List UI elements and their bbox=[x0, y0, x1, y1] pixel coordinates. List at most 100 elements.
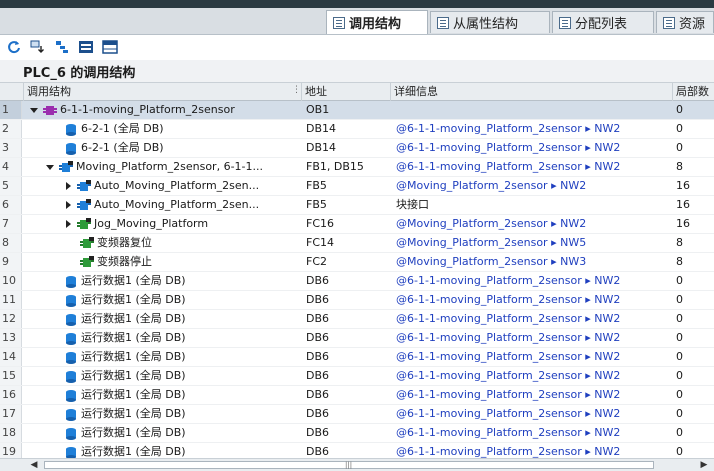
details-link[interactable]: @6-1-1-moving_Platform_2sensor ▸ NW2 bbox=[396, 272, 672, 290]
header-details[interactable]: 详细信息 bbox=[391, 83, 673, 101]
details-link[interactable]: @6-1-1-moving_Platform_2sensor ▸ NW2 bbox=[396, 348, 672, 366]
table-row[interactable]: 6 Auto_Moving_Platform_2sen... FB5 块接口 16 bbox=[0, 196, 714, 215]
call-structure-cell[interactable]: 运行数据1 (全局 DB) bbox=[24, 272, 300, 290]
call-structure-cell[interactable]: 变频器复位 bbox=[24, 234, 300, 252]
row-number: 7 bbox=[0, 215, 22, 233]
call-structure-icon bbox=[333, 16, 345, 29]
call-structure-cell[interactable]: 6-2-1 (全局 DB) bbox=[24, 120, 300, 138]
call-structure-cell[interactable]: 运行数据1 (全局 DB) bbox=[24, 291, 300, 309]
call-structure-cell[interactable]: 运行数据1 (全局 DB) bbox=[24, 329, 300, 347]
table-row[interactable]: 7 Jog_Moving_Platform FC16 @Moving_Platform… bbox=[0, 215, 714, 234]
scroll-right-icon[interactable]: ▶ bbox=[698, 460, 710, 470]
table-row[interactable]: 12 运行数据1 (全局 DB) DB6 @6-1-1-moving_Platform… bbox=[0, 310, 714, 329]
show-instances-icon[interactable] bbox=[29, 38, 47, 56]
details-link[interactable]: @6-1-1-moving_Platform_2sensor ▸ NW2 bbox=[396, 424, 672, 442]
details-link[interactable]: @Moving_Platform_2sensor ▸ NW2 bbox=[396, 215, 672, 233]
table-row[interactable]: 11 运行数据1 (全局 DB) DB6 @6-1-1-moving_Platform… bbox=[0, 291, 714, 310]
expand-icon[interactable] bbox=[53, 38, 71, 56]
call-structure-cell[interactable]: 运行数据1 (全局 DB) bbox=[24, 405, 300, 423]
tab-label: 从属性结构 bbox=[453, 17, 519, 32]
table-row[interactable]: 3 6-2-1 (全局 DB) DB14 @6-1-1-moving_Platform… bbox=[0, 139, 714, 158]
table-row[interactable]: 1 6-1-1-moving_Platform_2sensor OB1 0 bbox=[0, 101, 714, 120]
collapse-arrow-icon[interactable] bbox=[30, 107, 38, 113]
details-link[interactable]: @6-1-1-moving_Platform_2sensor ▸ NW2 bbox=[396, 443, 672, 458]
tab-assignment-list[interactable]: 分配列表 bbox=[552, 11, 654, 33]
call-structure-cell[interactable]: Jog_Moving_Platform bbox=[24, 215, 300, 233]
address-cell: DB6 bbox=[306, 274, 330, 287]
data-block-icon bbox=[66, 142, 76, 155]
details-link[interactable]: @6-1-1-moving_Platform_2sensor ▸ NW2 bbox=[396, 120, 672, 138]
table-row[interactable]: 8 变频器复位 FC14 @Moving_Platform_2sensor ▸ NW5… bbox=[0, 234, 714, 253]
expand-arrow-icon[interactable] bbox=[66, 220, 71, 228]
table-view-icon[interactable] bbox=[101, 38, 119, 56]
row-number: 1 bbox=[0, 101, 22, 119]
header-address[interactable]: 地址 bbox=[302, 83, 391, 101]
table-row[interactable]: 9 变频器停止 FC2 @Moving_Platform_2sensor ▸ NW3 8 bbox=[0, 253, 714, 272]
details-link[interactable]: @Moving_Platform_2sensor ▸ NW2 bbox=[396, 177, 672, 195]
local-data-cell: 16 bbox=[676, 179, 690, 192]
expand-arrow-icon[interactable] bbox=[66, 201, 71, 209]
block-name: 运行数据1 (全局 DB) bbox=[81, 293, 186, 306]
tab-label: 分配列表 bbox=[575, 17, 628, 32]
table-row[interactable]: 4 Moving_Platform_2sensor, 6-1-1... FB1, D… bbox=[0, 158, 714, 177]
call-structure-cell[interactable]: 运行数据1 (全局 DB) bbox=[24, 386, 300, 404]
call-structure-cell[interactable]: 运行数据1 (全局 DB) bbox=[24, 367, 300, 385]
block-name: 运行数据1 (全局 DB) bbox=[81, 312, 186, 325]
function-icon bbox=[77, 217, 91, 229]
expand-arrow-icon[interactable] bbox=[66, 182, 71, 190]
row-number: 11 bbox=[0, 291, 22, 309]
details-link[interactable]: @6-1-1-moving_Platform_2sensor ▸ NW2 bbox=[396, 405, 672, 423]
details-link[interactable]: @6-1-1-moving_Platform_2sensor ▸ NW2 bbox=[396, 367, 672, 385]
window-top-edge bbox=[0, 0, 714, 8]
table-row[interactable]: 14 运行数据1 (全局 DB) DB6 @6-1-1-moving_Platform… bbox=[0, 348, 714, 367]
table-row[interactable]: 2 6-2-1 (全局 DB) DB14 @6-1-1-moving_Platform… bbox=[0, 120, 714, 139]
details-link[interactable]: @6-1-1-moving_Platform_2sensor ▸ NW2 bbox=[396, 291, 672, 309]
horizontal-scrollbar[interactable]: ◀ ||| ▶ bbox=[0, 458, 714, 471]
table-row[interactable]: 19 运行数据1 (全局 DB) DB6 @6-1-1-moving_Platform… bbox=[0, 443, 714, 458]
details-link[interactable]: @Moving_Platform_2sensor ▸ NW3 bbox=[396, 253, 672, 271]
tab-call-structure[interactable]: 调用结构 bbox=[326, 10, 428, 34]
details-link[interactable]: 块接口 bbox=[396, 196, 672, 214]
row-number: 5 bbox=[0, 177, 22, 195]
column-options-icon[interactable]: ⋮ bbox=[292, 85, 301, 95]
local-data-cell: 8 bbox=[676, 160, 683, 173]
block-name: Auto_Moving_Platform_2sen... bbox=[94, 198, 260, 211]
tab-resources[interactable]: 资源 bbox=[656, 11, 714, 33]
refresh-icon[interactable] bbox=[5, 38, 23, 56]
collapse-all-icon[interactable] bbox=[77, 38, 95, 56]
call-structure-cell[interactable]: Auto_Moving_Platform_2sen... bbox=[24, 196, 300, 214]
table-row[interactable]: 5 Auto_Moving_Platform_2sen... FB5 @Moving_… bbox=[0, 177, 714, 196]
toolbar bbox=[0, 35, 714, 59]
table-row[interactable]: 13 运行数据1 (全局 DB) DB6 @6-1-1-moving_Platform… bbox=[0, 329, 714, 348]
call-structure-cell[interactable]: Moving_Platform_2sensor, 6-1-1... bbox=[24, 158, 300, 176]
header-local-data[interactable]: 局部数 bbox=[673, 83, 714, 101]
table-row[interactable]: 17 运行数据1 (全局 DB) DB6 @6-1-1-moving_Platform… bbox=[0, 405, 714, 424]
header-call-structure[interactable]: 调用结构 bbox=[24, 83, 302, 101]
table-row[interactable]: 16 运行数据1 (全局 DB) DB6 @6-1-1-moving_Platform… bbox=[0, 386, 714, 405]
function-block-icon bbox=[77, 198, 91, 210]
table-row[interactable]: 10 运行数据1 (全局 DB) DB6 @6-1-1-moving_Platform… bbox=[0, 272, 714, 291]
call-structure-cell[interactable]: 6-1-1-moving_Platform_2sensor bbox=[24, 101, 300, 119]
details-link[interactable]: @6-1-1-moving_Platform_2sensor ▸ NW2 bbox=[396, 329, 672, 347]
call-structure-cell[interactable]: 变频器停止 bbox=[24, 253, 300, 271]
call-structure-cell[interactable]: 6-2-1 (全局 DB) bbox=[24, 139, 300, 157]
scroll-left-icon[interactable]: ◀ bbox=[28, 460, 40, 470]
scrollbar-thumb[interactable]: ||| bbox=[44, 461, 654, 469]
collapse-arrow-icon[interactable] bbox=[46, 164, 54, 170]
details-link[interactable]: @6-1-1-moving_Platform_2sensor ▸ NW2 bbox=[396, 386, 672, 404]
row-number: 10 bbox=[0, 272, 22, 290]
call-structure-cell[interactable]: Auto_Moving_Platform_2sen... bbox=[24, 177, 300, 195]
local-data-cell: 0 bbox=[676, 141, 683, 154]
details-link[interactable]: @Moving_Platform_2sensor ▸ NW5 bbox=[396, 234, 672, 252]
details-link[interactable]: @6-1-1-moving_Platform_2sensor ▸ NW2 bbox=[396, 139, 672, 157]
tab-dependency-structure[interactable]: 从属性结构 bbox=[430, 11, 550, 33]
call-structure-cell[interactable]: 运行数据1 (全局 DB) bbox=[24, 310, 300, 328]
table-row[interactable]: 18 运行数据1 (全局 DB) DB6 @6-1-1-moving_Platform… bbox=[0, 424, 714, 443]
details-link[interactable]: @6-1-1-moving_Platform_2sensor ▸ NW2 bbox=[396, 310, 672, 328]
call-structure-cell[interactable]: 运行数据1 (全局 DB) bbox=[24, 424, 300, 442]
call-structure-cell[interactable]: 运行数据1 (全局 DB) bbox=[24, 443, 300, 458]
table-row[interactable]: 15 运行数据1 (全局 DB) DB6 @6-1-1-moving_Platform… bbox=[0, 367, 714, 386]
block-name: Moving_Platform_2sensor, 6-1-1... bbox=[76, 160, 263, 173]
call-structure-cell[interactable]: 运行数据1 (全局 DB) bbox=[24, 348, 300, 366]
details-link[interactable]: @6-1-1-moving_Platform_2sensor ▸ NW2 bbox=[396, 158, 672, 176]
